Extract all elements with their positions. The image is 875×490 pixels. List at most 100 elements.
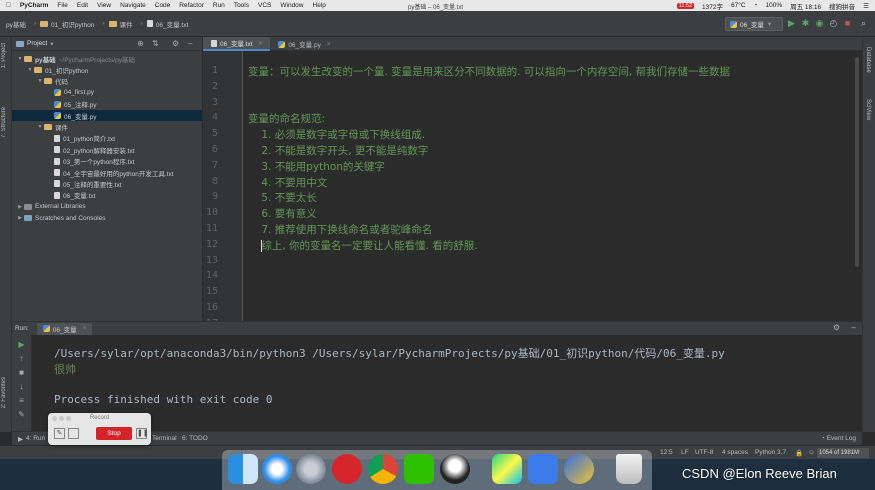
database-tool-tab[interactable]: Database [865, 47, 871, 73]
status-input-method[interactable]: 搜狗拼音 [829, 1, 855, 11]
menu-tools[interactable]: Tools [234, 2, 249, 9]
breadcrumb-subfolder[interactable]: 课件 [108, 19, 133, 29]
netease-music-icon[interactable] [332, 454, 362, 484]
screen-icon[interactable] [68, 428, 79, 439]
tool-run-tab[interactable]: 4: Run [26, 435, 45, 442]
menu-code[interactable]: Code [155, 2, 171, 9]
lock-icon[interactable]: 🔒 [795, 449, 803, 457]
expand-arrow-icon[interactable]: ▼ [26, 67, 34, 73]
launchpad-icon[interactable] [296, 454, 326, 484]
tree-item[interactable]: 06_变量.py [12, 109, 202, 122]
up-icon[interactable]: ↑ [16, 353, 27, 364]
menu-edit[interactable]: Edit [77, 2, 88, 9]
control-center-icon[interactable]: ☰ [863, 2, 869, 10]
menu-view[interactable]: View [97, 2, 111, 9]
status-temp[interactable]: 67°C [731, 2, 746, 9]
project-tool-tab[interactable]: 1: Project [1, 43, 7, 68]
pen-icon[interactable]: ✎ [54, 428, 65, 439]
safari-icon[interactable] [262, 454, 292, 484]
qq-icon[interactable] [440, 454, 470, 484]
coverage-icon[interactable]: ◉ [814, 18, 825, 29]
status-datetime[interactable]: 周五 18:16 [790, 1, 821, 11]
collapse-arrow-icon[interactable]: ▶ [16, 215, 24, 221]
tree-item[interactable]: ▶ Scratches and Consoles [12, 212, 202, 223]
chrome-icon[interactable] [368, 454, 398, 484]
settings-gear-icon[interactable]: ⚙ [172, 39, 179, 48]
close-icon[interactable]: × [83, 325, 87, 332]
finder-icon[interactable] [228, 454, 258, 484]
pycharm-icon[interactable] [492, 454, 522, 484]
breadcrumb-folder[interactable]: 01_初识python [40, 19, 94, 29]
tree-item[interactable]: 04_first.py [12, 87, 202, 98]
indent-setting[interactable]: 4 spaces [722, 449, 748, 456]
menu-run[interactable]: Run [213, 2, 225, 9]
menu-help[interactable]: Help [313, 2, 326, 9]
thunder-icon[interactable] [564, 454, 594, 484]
menu-navigate[interactable]: Navigate [120, 2, 146, 9]
line-separator[interactable]: LF [681, 449, 689, 456]
python-interpreter[interactable]: Python 3.7 [755, 449, 786, 456]
run-configuration-select[interactable]: 06_变量 ▾ [725, 17, 783, 31]
status-net[interactable]: 1372字 [702, 1, 723, 11]
close-icon[interactable]: × [259, 40, 263, 47]
tab-06-txt[interactable]: 06_变量.txt × [203, 37, 271, 51]
tree-item[interactable]: ▼ 代码 [12, 76, 202, 87]
tree-item[interactable]: 05_注释的重要性.txt [12, 178, 202, 189]
tree-item[interactable]: 03_第一个python程序.txt [12, 156, 202, 167]
status-battery[interactable]: 100% [765, 2, 782, 9]
tree-item[interactable]: 02_python解释器安装.txt [12, 144, 202, 155]
editor-scrollbar[interactable] [855, 57, 859, 267]
stop-icon[interactable]: ■ [16, 367, 27, 378]
code-editor[interactable]: 变量：可以发生改变的一个量. 变量是用来区分不同数据的. 可以指向一个内存空间,… [244, 51, 856, 321]
wifi-icon[interactable]: ◔ [754, 2, 758, 9]
close-icon[interactable]: × [327, 41, 331, 48]
hide-panel-icon[interactable]: – [188, 39, 192, 48]
rerun-icon[interactable]: ▶ [16, 339, 27, 350]
apple-icon[interactable]:  [6, 2, 11, 9]
memory-indicator[interactable]: 1054 of 1981M [817, 448, 869, 458]
tree-item[interactable]: ▼ 课件 [12, 121, 202, 132]
stop-recording-button[interactable]: Stop [96, 427, 132, 440]
expand-icon[interactable]: ▶ [18, 435, 23, 443]
pause-icon[interactable]: ❚❚ [136, 428, 149, 439]
run-icon[interactable]: ▶ [786, 18, 797, 29]
debug-icon[interactable]: ✱ [800, 18, 811, 29]
file-encoding[interactable]: UTF-8 [695, 449, 713, 456]
breadcrumb-file[interactable]: 06_变量.txt [146, 19, 188, 29]
tree-item[interactable]: 04_全宇宙最好用的python开发工具.txt [12, 167, 202, 178]
tab-06-py[interactable]: 06_变量.py × [270, 37, 338, 51]
project-view-select[interactable]: Project [27, 40, 47, 47]
stop-icon[interactable]: ■ [842, 18, 853, 29]
status-time-small[interactable]: 11:52 [676, 2, 695, 9]
expand-arrow-icon[interactable]: ▼ [36, 124, 44, 130]
tree-item[interactable]: ▶ External Libraries [12, 201, 202, 212]
tool-terminal-tab[interactable]: Terminal [152, 435, 177, 442]
expand-arrow-icon[interactable]: ▼ [36, 78, 44, 84]
expand-arrow-icon[interactable]: ▼ [16, 56, 24, 62]
down-icon[interactable]: ↓ [16, 381, 27, 392]
collapse-arrow-icon[interactable]: ▶ [16, 204, 24, 210]
collapse-icon[interactable]: ⇅ [152, 39, 159, 48]
tool-todo-tab[interactable]: 6: TODO [182, 435, 208, 442]
pin-icon[interactable]: ✎ [16, 409, 27, 420]
menu-vcs[interactable]: VCS [258, 2, 271, 9]
tree-item[interactable]: ▼ py基础 ~/PycharmProjects/py基础 [12, 53, 202, 64]
trash-icon[interactable] [616, 454, 642, 484]
lark-icon[interactable] [528, 454, 558, 484]
tree-item[interactable]: ▼ 01_初识python [12, 64, 202, 75]
menu-refactor[interactable]: Refactor [179, 2, 204, 9]
settings-gear-icon[interactable]: ⚙ [833, 323, 840, 332]
caret-position[interactable]: 12:5 [660, 449, 673, 456]
tree-item[interactable]: 01_python简介.txt [12, 133, 202, 144]
sciview-tool-tab[interactable]: SciView [865, 99, 871, 120]
tree-item[interactable]: 05_注释.py [12, 99, 202, 110]
menu-file[interactable]: File [57, 2, 67, 9]
search-icon[interactable]: ⌕ [858, 18, 869, 29]
tree-item[interactable]: 06_变量.txt [12, 190, 202, 201]
wrap-icon[interactable]: ≡ [16, 395, 27, 406]
console-output[interactable]: /Users/sylar/opt/anaconda3/bin/python3 /… [33, 335, 862, 431]
favorites-tool-tab[interactable]: 2: Favorites [1, 377, 7, 408]
wechat-icon[interactable] [404, 454, 434, 484]
structure-tool-tab[interactable]: 7: Structure [1, 107, 7, 138]
run-tab[interactable]: 06_变量 × [36, 322, 93, 335]
